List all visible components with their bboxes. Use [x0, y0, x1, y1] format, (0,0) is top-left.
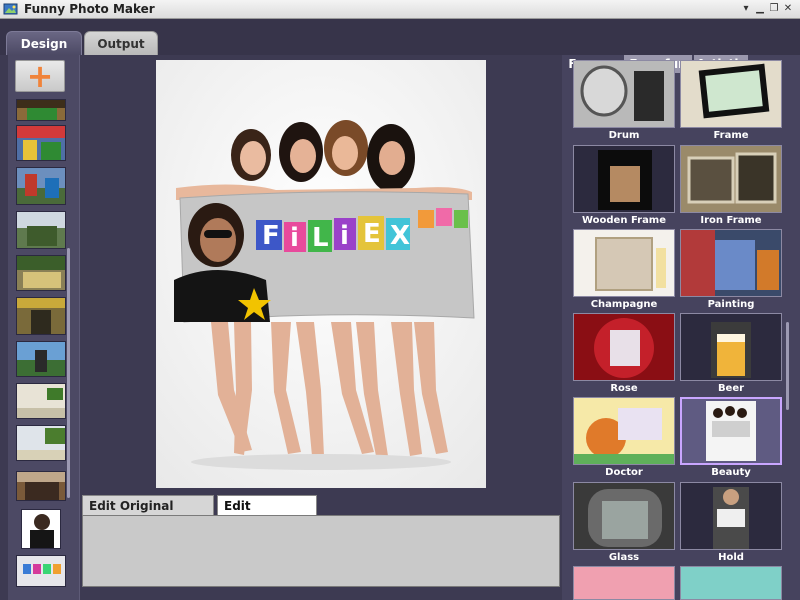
frame-thumbnail	[573, 229, 675, 297]
frame-label: Doctor	[605, 467, 643, 478]
image-thumbnail[interactable]	[16, 297, 66, 335]
left-scrollbar[interactable]	[67, 248, 70, 498]
image-thumbnail[interactable]	[16, 167, 66, 205]
frame-item-rose[interactable]: Rose	[573, 313, 675, 397]
menu-dropdown-button[interactable]: ▾	[740, 2, 752, 16]
image-thumbnail[interactable]	[16, 425, 66, 461]
frame-label: Glass	[608, 552, 640, 563]
frame-thumbnail	[573, 145, 675, 213]
tab-design[interactable]: Design	[6, 31, 82, 55]
frame-thumbnail	[680, 229, 782, 297]
frame-item-champagne[interactable]: Champagne	[573, 229, 675, 313]
frame-thumbnail	[680, 60, 782, 128]
frame-label: Iron Frame	[700, 215, 762, 226]
image-thumbnail[interactable]	[16, 125, 66, 161]
banner-letter: X	[390, 221, 410, 251]
right-scrollbar[interactable]	[786, 322, 789, 410]
edit-panel	[82, 515, 560, 587]
photo-canvas[interactable]: F i L i E X	[156, 60, 486, 488]
app-icon	[3, 3, 18, 15]
window-title: Funny Photo Maker	[24, 2, 155, 16]
image-thumbnail[interactable]	[16, 341, 66, 377]
frame-label: Wooden Frame	[581, 215, 667, 226]
plus-icon: +	[26, 57, 54, 95]
frame-label: Frame	[713, 130, 749, 141]
frame-item-wooden-frame[interactable]: Wooden Frame	[573, 145, 675, 229]
banner-letter: F	[262, 221, 280, 251]
frame-thumbnail	[573, 313, 675, 381]
top-tab-strip: Design Output	[0, 19, 800, 55]
frame-item-glass[interactable]: Glass	[573, 482, 675, 566]
frame-item-hold[interactable]: Hold	[680, 482, 782, 566]
restore-button[interactable]: ❐	[768, 2, 780, 16]
image-thumbnail[interactable]	[16, 383, 66, 419]
banner-letter: L	[312, 223, 329, 253]
minimize-button[interactable]: ▁	[754, 2, 766, 16]
frame-label: Beer	[717, 383, 745, 394]
image-thumbnail[interactable]	[16, 211, 66, 249]
frame-thumbnail[interactable]	[573, 566, 675, 600]
frame-label: Hold	[718, 552, 744, 563]
frame-item-beauty[interactable]: Beauty	[680, 397, 782, 481]
frame-thumbnail-selected	[680, 397, 782, 465]
frame-thumbnail	[680, 145, 782, 213]
frame-thumbnail	[573, 60, 675, 128]
frame-label: Rose	[610, 383, 638, 394]
frame-label: Champagne	[590, 299, 658, 310]
banner-letter: i	[290, 223, 299, 253]
frame-item-frame[interactable]: Frame	[680, 60, 782, 144]
add-image-button[interactable]: +	[15, 57, 65, 95]
composite-photo: F i L i E X	[156, 60, 486, 488]
title-bar: Funny Photo Maker ▾ ▁ ❐ ✕	[0, 0, 800, 19]
tab-output[interactable]: Output	[84, 31, 158, 55]
frame-thumbnail	[573, 482, 675, 550]
close-button[interactable]: ✕	[782, 2, 794, 16]
tab-edit-template[interactable]: Edit Template	[217, 495, 317, 533]
frame-thumbnail	[680, 482, 782, 550]
tab-edit-original-image[interactable]: Edit Original Image	[82, 495, 214, 533]
image-thumbnail[interactable]	[16, 555, 66, 587]
frame-item-painting[interactable]: Painting	[680, 229, 782, 313]
frame-label: Drum	[608, 130, 640, 141]
image-thumbnail-selected[interactable]	[21, 509, 61, 549]
image-thumbnail[interactable]	[16, 255, 66, 291]
image-thumbnail[interactable]	[16, 471, 66, 501]
frame-item-beer[interactable]: Beer	[680, 313, 782, 397]
image-list-panel: +	[8, 55, 80, 600]
frame-item-iron-frame[interactable]: Iron Frame	[680, 145, 782, 229]
frame-label: Beauty	[711, 467, 751, 478]
banner-letter: i	[340, 221, 349, 251]
frame-label: Painting	[707, 299, 755, 310]
frame-thumbnail	[573, 397, 675, 465]
frame-thumbnail	[680, 313, 782, 381]
image-thumbnail[interactable]	[16, 99, 66, 121]
frame-item-doctor[interactable]: Doctor	[573, 397, 675, 481]
frame-thumbnail[interactable]	[680, 566, 782, 600]
banner-letter: E	[363, 219, 381, 249]
frame-item-drum[interactable]: Drum	[573, 60, 675, 144]
